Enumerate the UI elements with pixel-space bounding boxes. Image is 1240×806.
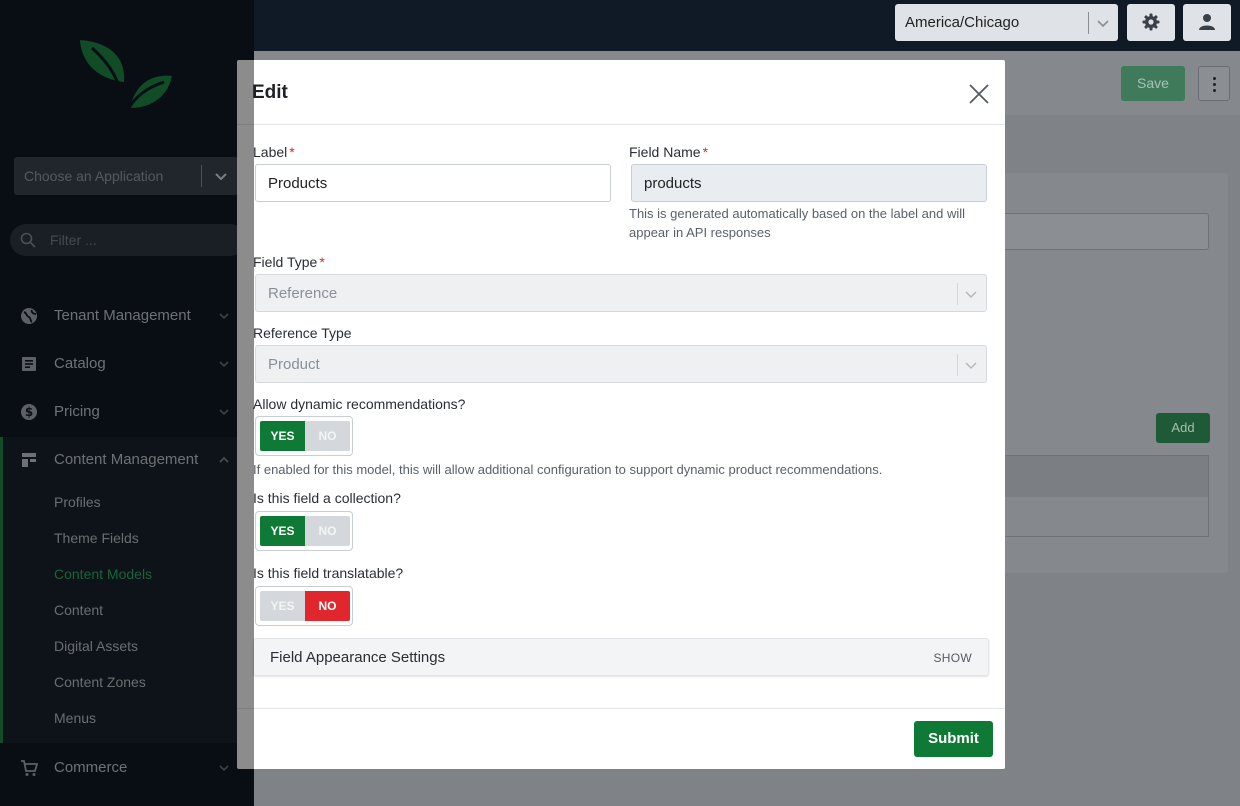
reference-type-select[interactable]: Product	[255, 345, 987, 383]
dynamic-recommendations-yes[interactable]: YES	[260, 421, 305, 451]
sidebar-item-profiles[interactable]: Profiles	[54, 494, 101, 510]
nav-label: Commerce	[54, 759, 128, 776]
nav-content-management[interactable]: Content Management	[0, 440, 254, 480]
reference-type-value: Product	[268, 356, 320, 373]
gear-icon	[1142, 13, 1160, 31]
page-input	[984, 213, 1209, 250]
application-select-placeholder: Choose an Application	[24, 168, 164, 184]
sidebar: Choose an Application Filter ... Tenant …	[0, 0, 254, 806]
nav-label: Pricing	[54, 403, 100, 420]
field-type-select[interactable]: Reference	[255, 274, 987, 312]
modal-header: Edit	[237, 60, 1005, 125]
field-type-label: Field Type *	[253, 254, 325, 270]
submit-button[interactable]: Submit	[914, 721, 993, 757]
leaf-logo-icon	[80, 40, 172, 113]
nav-pricing[interactable]: $ Pricing	[0, 392, 254, 432]
chevron-down-icon	[965, 291, 977, 299]
top-bar: America/Chicago	[254, 0, 1240, 51]
cart-icon	[21, 760, 38, 776]
dynamic-recommendations-label: Allow dynamic recommendations?	[253, 396, 466, 412]
field-type-value: Reference	[268, 285, 338, 302]
chevron-down-icon	[219, 313, 229, 320]
nav-tenant-management[interactable]: Tenant Management	[0, 296, 254, 336]
sidebar-item-content-zones[interactable]: Content Zones	[54, 674, 146, 690]
content-management-section: Profiles Theme Fields Content Models Con…	[0, 437, 254, 743]
application-select[interactable]: Choose an Application	[14, 157, 238, 195]
nav-catalog[interactable]: Catalog	[0, 344, 254, 384]
dynamic-recommendations-no[interactable]: NO	[305, 421, 350, 451]
svg-text:$: $	[25, 405, 33, 419]
chevron-down-icon	[1097, 20, 1109, 28]
dollar-icon: $	[21, 404, 37, 420]
save-button: Save	[1121, 66, 1185, 101]
nav-label: Catalog	[54, 355, 106, 372]
user-button[interactable]	[1183, 4, 1231, 41]
dynamic-recommendations-toggle: YES NO	[255, 416, 353, 456]
settings-button[interactable]	[1127, 4, 1175, 41]
field-name-label: Field Name *	[629, 144, 709, 160]
field-name-help: This is generated automatically based on…	[629, 206, 966, 240]
chevron-down-icon	[219, 361, 229, 368]
layout-icon	[22, 453, 36, 467]
globe-icon	[21, 308, 37, 324]
collection-yes[interactable]: YES	[260, 516, 305, 546]
timezone-select[interactable]: America/Chicago	[895, 4, 1118, 41]
sidebar-item-digital-assets[interactable]: Digital Assets	[54, 638, 138, 654]
chevron-down-icon	[219, 409, 229, 416]
filter-placeholder: Filter ...	[50, 232, 97, 248]
page-table	[994, 455, 1209, 537]
close-icon[interactable]	[967, 82, 991, 106]
nav-label: Tenant Management	[54, 307, 191, 324]
more-options-button	[1198, 66, 1230, 101]
collection-toggle: YES NO	[255, 511, 353, 551]
translatable-no[interactable]: NO	[305, 591, 350, 621]
translatable-yes[interactable]: YES	[260, 591, 305, 621]
field-name-input[interactable]	[631, 164, 987, 202]
catalog-icon	[22, 357, 36, 371]
field-appearance-settings-panel[interactable]: Field Appearance Settings SHOW	[253, 638, 989, 676]
sidebar-item-menus[interactable]: Menus	[54, 710, 96, 726]
select-separator	[957, 283, 958, 305]
chevron-down-icon	[965, 362, 977, 370]
translatable-label: Is this field translatable?	[253, 565, 404, 581]
show-toggle[interactable]: SHOW	[933, 651, 972, 665]
collection-label: Is this field a collection?	[253, 490, 401, 506]
dynamic-recommendations-help: If enabled for this model, this will all…	[253, 462, 883, 477]
timezone-value: America/Chicago	[905, 14, 1020, 31]
field-appearance-settings-title: Field Appearance Settings	[270, 649, 446, 666]
edit-field-modal: Edit Label* Field Name* This is generate…	[237, 60, 1005, 769]
nav-label: Content Management	[54, 451, 199, 468]
add-button: Add	[1156, 413, 1210, 443]
sidebar-item-content[interactable]: Content	[54, 602, 103, 618]
sidebar-item-theme-fields[interactable]: Theme Fields	[54, 530, 139, 546]
collection-no[interactable]: NO	[305, 516, 350, 546]
translatable-toggle: YES NO	[255, 586, 353, 626]
sidebar-item-content-models[interactable]: Content Models	[54, 566, 152, 582]
chevron-down-icon	[219, 765, 229, 772]
select-separator	[201, 165, 202, 187]
reference-type-label: Reference Type	[253, 325, 352, 341]
user-icon	[1199, 14, 1215, 30]
filter-input[interactable]: Filter ...	[10, 224, 246, 256]
nav-commerce[interactable]: Commerce	[0, 748, 254, 788]
chevron-down-icon	[215, 173, 227, 181]
label-field-label: Label *	[253, 144, 295, 160]
chevron-up-icon	[219, 456, 229, 463]
label-input[interactable]	[255, 164, 611, 202]
search-icon	[20, 232, 36, 248]
modal-footer-divider	[237, 708, 1005, 709]
modal-title: Edit	[252, 82, 288, 103]
select-separator	[1088, 12, 1089, 34]
select-separator	[957, 354, 958, 376]
